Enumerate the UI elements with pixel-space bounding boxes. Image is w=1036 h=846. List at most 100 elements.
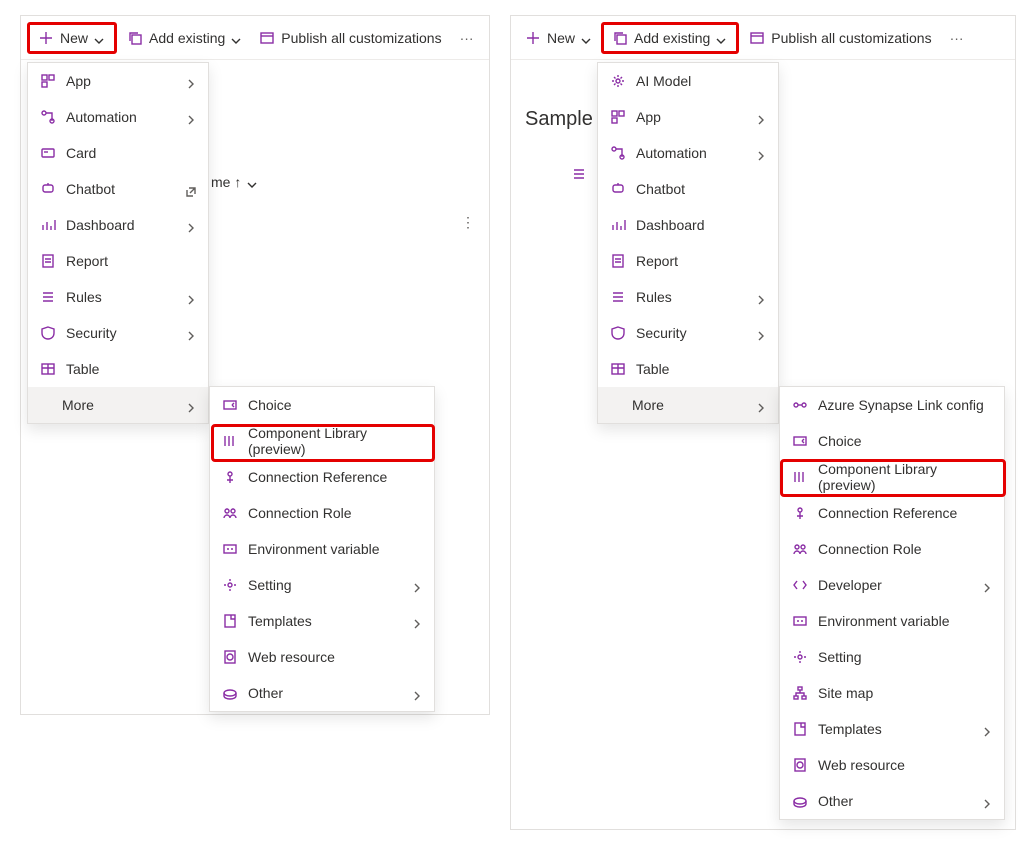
menu-item-label: Table: [66, 361, 196, 377]
add-existing-button[interactable]: Add existing: [601, 22, 739, 54]
menu-item-component[interactable]: Component Library (preview): [780, 459, 1004, 495]
publish-button[interactable]: Publish all customizations: [741, 22, 939, 54]
command-bar: New Add existing Publish all customizati…: [21, 16, 489, 60]
chevron-down-icon: [581, 33, 591, 43]
app-icon: [40, 73, 56, 89]
menu-item-label: Web resource: [248, 649, 422, 665]
menu-item-report[interactable]: Report: [28, 243, 208, 279]
menu-item-label: AI Model: [636, 73, 766, 89]
setting-icon: [222, 577, 238, 593]
menu-item-webres[interactable]: Web resource: [210, 639, 434, 675]
component-icon: [792, 469, 808, 485]
menu-item-templates[interactable]: Templates: [210, 603, 434, 639]
menu-item-chatbot[interactable]: Chatbot: [598, 171, 778, 207]
new-button[interactable]: New: [517, 22, 599, 54]
dashboard-icon: [610, 217, 626, 233]
menu-item-setting[interactable]: Setting: [210, 567, 434, 603]
menu-item-dashboard[interactable]: Dashboard: [598, 207, 778, 243]
menu-item-label: More: [40, 397, 176, 413]
menu-item-rules[interactable]: Rules: [598, 279, 778, 315]
menu-item-app[interactable]: App: [28, 63, 208, 99]
overflow-button[interactable]: ···: [452, 30, 482, 46]
menu-item-label: Component Library (preview): [818, 461, 992, 493]
chevron-right-icon: [982, 796, 992, 806]
menu-item-card[interactable]: Card: [28, 135, 208, 171]
row-actions-button[interactable]: ⋮: [461, 214, 475, 231]
menu-item-app[interactable]: App: [598, 99, 778, 135]
add-existing-more-submenu: Azure Synapse Link config ChoiceComponent…: [779, 386, 1005, 820]
overflow-button[interactable]: ···: [942, 30, 972, 46]
menu-item-table[interactable]: Table: [28, 351, 208, 387]
chevron-right-icon: [186, 292, 196, 302]
menu-item-connref[interactable]: Connection Reference: [780, 495, 1004, 531]
menu-item-sitemap[interactable]: Site map: [780, 675, 1004, 711]
menu-item-synapse[interactable]: Azure Synapse Link config: [780, 387, 1004, 423]
rules-icon: [40, 289, 56, 305]
chevron-down-icon: [716, 33, 726, 43]
menu-item-choice[interactable]: Choice: [780, 423, 1004, 459]
menu-item-connrole[interactable]: Connection Role: [210, 495, 434, 531]
menu-item-label: Other: [818, 793, 972, 809]
menu-item-rules[interactable]: Rules: [28, 279, 208, 315]
plus-icon: [525, 30, 541, 46]
chevron-right-icon: [982, 724, 992, 734]
menu-item-aimodel[interactable]: AI Model: [598, 63, 778, 99]
menu-item-label: App: [66, 73, 176, 89]
menu-item-setting[interactable]: Setting: [780, 639, 1004, 675]
menu-item-label: Report: [66, 253, 196, 269]
menu-item-templates[interactable]: Templates: [780, 711, 1004, 747]
menu-item-component[interactable]: Component Library (preview): [210, 423, 434, 459]
automation-icon: [610, 145, 626, 161]
menu-item-label: Azure Synapse Link config: [818, 397, 992, 413]
new-button[interactable]: New: [27, 22, 117, 54]
menu-item-label: Chatbot: [636, 181, 766, 197]
menu-item-other[interactable]: Other: [780, 783, 1004, 819]
chevron-right-icon: [186, 328, 196, 338]
publish-label: Publish all customizations: [281, 30, 441, 46]
menu-item-dashboard[interactable]: Dashboard: [28, 207, 208, 243]
menu-item-label: Setting: [818, 649, 992, 665]
menu-item-envvar[interactable]: Environment variable: [210, 531, 434, 567]
menu-item-connref[interactable]: Connection Reference: [210, 459, 434, 495]
menu-item-security[interactable]: Security: [28, 315, 208, 351]
menu-item-label: Card: [66, 145, 196, 161]
column-header-name[interactable]: me ↑: [211, 174, 257, 190]
menu-item-more[interactable]: More: [28, 387, 208, 423]
chevron-right-icon: [756, 112, 766, 122]
menu-item-security[interactable]: Security: [598, 315, 778, 351]
developer-icon: [792, 577, 808, 593]
menu-item-automation[interactable]: Automation: [28, 99, 208, 135]
add-existing-icon: [612, 30, 628, 46]
new-menu: App Automation Card ChatbotDashboard Report R…: [27, 62, 209, 424]
aimodel-icon: [610, 73, 626, 89]
connref-icon: [792, 505, 808, 521]
menu-item-webres[interactable]: Web resource: [780, 747, 1004, 783]
menu-item-label: Site map: [818, 685, 992, 701]
chatbot-icon: [610, 181, 626, 197]
menu-item-chatbot[interactable]: Chatbot: [28, 171, 208, 207]
menu-item-label: Automation: [66, 109, 176, 125]
menu-item-label: More: [610, 397, 746, 413]
dashboard-icon: [40, 217, 56, 233]
menu-item-label: Rules: [66, 289, 176, 305]
menu-item-more[interactable]: More: [598, 387, 778, 423]
add-existing-button[interactable]: Add existing: [119, 22, 249, 54]
chevron-right-icon: [412, 616, 422, 626]
menu-item-developer[interactable]: Developer: [780, 567, 1004, 603]
add-existing-menu: AI Model AppAutomation Chatbot DashboardRep…: [597, 62, 779, 424]
menu-item-automation[interactable]: Automation: [598, 135, 778, 171]
menu-item-report[interactable]: Report: [598, 243, 778, 279]
choice-icon: [222, 397, 238, 413]
menu-item-label: Component Library (preview): [248, 425, 422, 457]
publish-button[interactable]: Publish all customizations: [251, 22, 449, 54]
menu-item-table[interactable]: Table: [598, 351, 778, 387]
menu-item-connrole[interactable]: Connection Role: [780, 531, 1004, 567]
chevron-down-icon: [231, 33, 241, 43]
menu-item-envvar[interactable]: Environment variable: [780, 603, 1004, 639]
report-icon: [40, 253, 56, 269]
menu-item-label: Web resource: [818, 757, 992, 773]
chevron-down-icon: [94, 33, 104, 43]
menu-item-other[interactable]: Other: [210, 675, 434, 711]
menu-item-choice[interactable]: Choice: [210, 387, 434, 423]
publish-label: Publish all customizations: [771, 30, 931, 46]
